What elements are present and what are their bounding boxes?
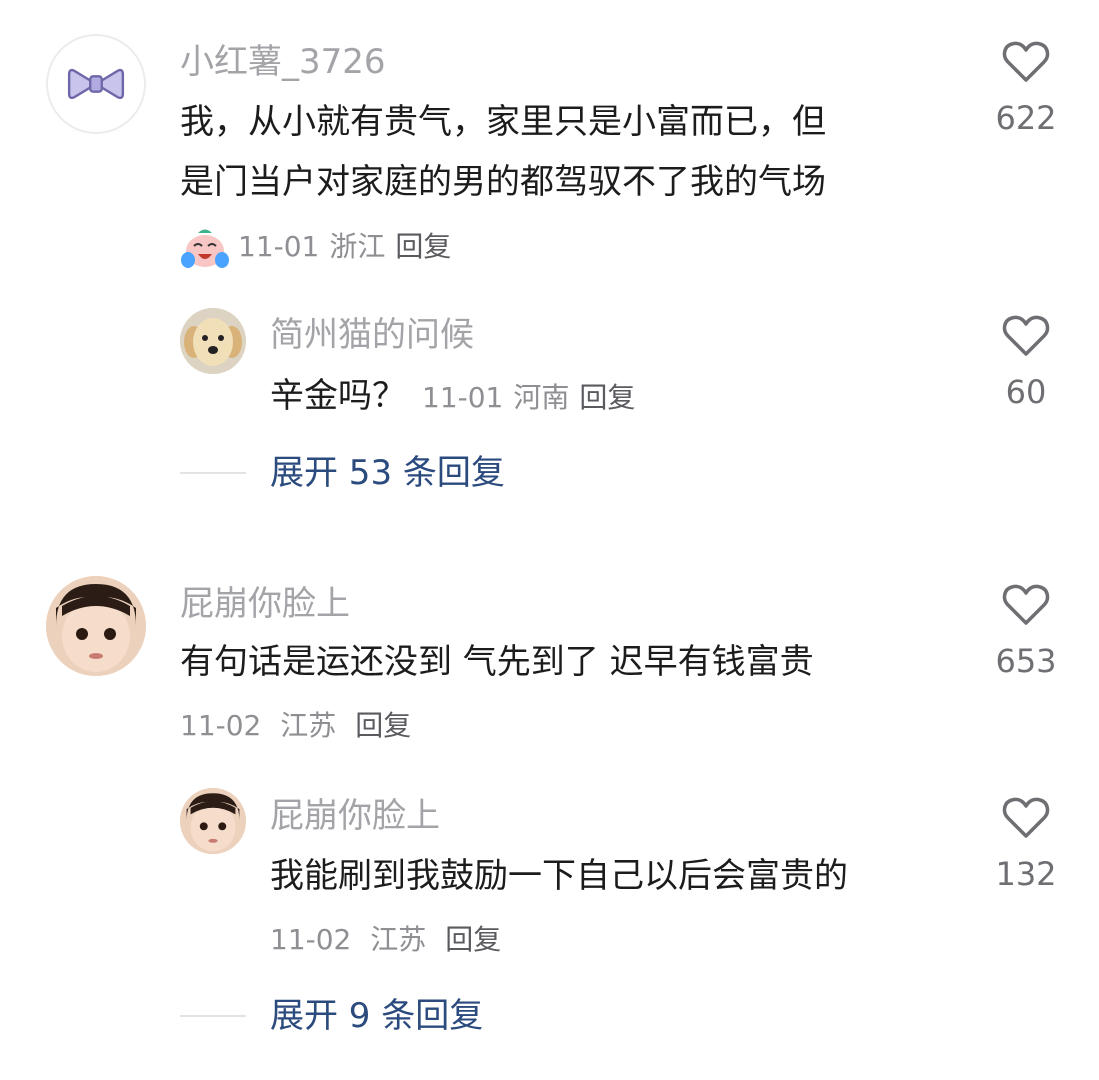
like-button[interactable]: 60 xyxy=(976,314,1076,412)
reply-date: 11-01 xyxy=(422,381,504,414)
divider xyxy=(180,472,246,474)
like-count: 132 xyxy=(995,855,1057,893)
comment-text: 有句话是运还没到 气先到了 迟早有钱富贵 xyxy=(180,642,814,682)
reply-button[interactable]: 回复 xyxy=(445,923,501,956)
reply-username[interactable]: 简州猫的问候 xyxy=(270,315,474,355)
comment-username[interactable]: 小红薯_3726 xyxy=(180,42,386,82)
comment-location: 江苏 xyxy=(280,709,337,742)
reply-text: 我能刷到我鼓励一下自己以后会富贵的 xyxy=(270,856,848,896)
expand-replies-button[interactable]: 展开 9 条回复 xyxy=(270,994,483,1038)
comment-meta: 11-02 江苏 回复 xyxy=(180,708,421,744)
reply-location: 江苏 xyxy=(370,923,427,956)
heart-icon xyxy=(1002,41,1050,82)
reply-text: 辛金吗？ 11-01 河南 回复 xyxy=(270,366,645,428)
heart-icon xyxy=(1002,584,1050,625)
reply-meta: 11-01 河南 回复 xyxy=(422,381,645,414)
crying-laughing-emoji-icon xyxy=(181,229,229,268)
heart-icon xyxy=(1002,315,1050,356)
avatar[interactable] xyxy=(46,34,146,134)
reply-text-content: 辛金吗？ xyxy=(270,376,406,416)
reply-date: 11-02 xyxy=(270,923,352,956)
comment-text-line: 我，从小就有贵气，家里只是小富而已，但 xyxy=(180,102,826,142)
reply-button[interactable]: 回复 xyxy=(355,709,411,742)
comment-username[interactable]: 屁崩你脸上 xyxy=(180,584,350,624)
avatar[interactable] xyxy=(46,576,146,676)
child-avatar-icon xyxy=(180,788,246,854)
like-button[interactable]: 653 xyxy=(976,583,1076,681)
comment-text-line: 是门当户对家庭的男的都驾驭不了我的气场 xyxy=(180,162,826,202)
comment-date: 11-01 xyxy=(238,230,320,263)
reply-username[interactable]: 屁崩你脸上 xyxy=(270,796,440,836)
dog-avatar-icon xyxy=(180,308,246,374)
like-count: 622 xyxy=(995,99,1057,137)
reply-button[interactable]: 回复 xyxy=(395,229,451,265)
avatar[interactable] xyxy=(180,788,246,854)
divider xyxy=(180,1015,246,1017)
expand-replies-button[interactable]: 展开 53 条回复 xyxy=(270,451,505,495)
bow-icon xyxy=(67,68,125,100)
heart-icon xyxy=(1002,797,1050,838)
avatar[interactable] xyxy=(180,308,246,374)
like-button[interactable]: 622 xyxy=(976,40,1076,138)
comment-location: 浙江 xyxy=(329,230,386,263)
reply-button[interactable]: 回复 xyxy=(579,381,635,414)
reply-location: 河南 xyxy=(513,381,570,414)
like-button[interactable]: 132 xyxy=(976,796,1076,894)
like-count: 653 xyxy=(995,642,1057,680)
comment-text: 我，从小就有贵气，家里只是小富而已，但 是门当户对家庭的男的都驾驭不了我的气场 xyxy=(180,92,826,212)
like-count: 60 xyxy=(1005,373,1047,411)
comment-meta: 11-01 浙江 回复 xyxy=(180,224,461,270)
child-avatar-icon xyxy=(46,576,146,676)
comment-date: 11-02 xyxy=(180,709,262,742)
reply-meta: 11-02 江苏 回复 xyxy=(270,922,511,958)
